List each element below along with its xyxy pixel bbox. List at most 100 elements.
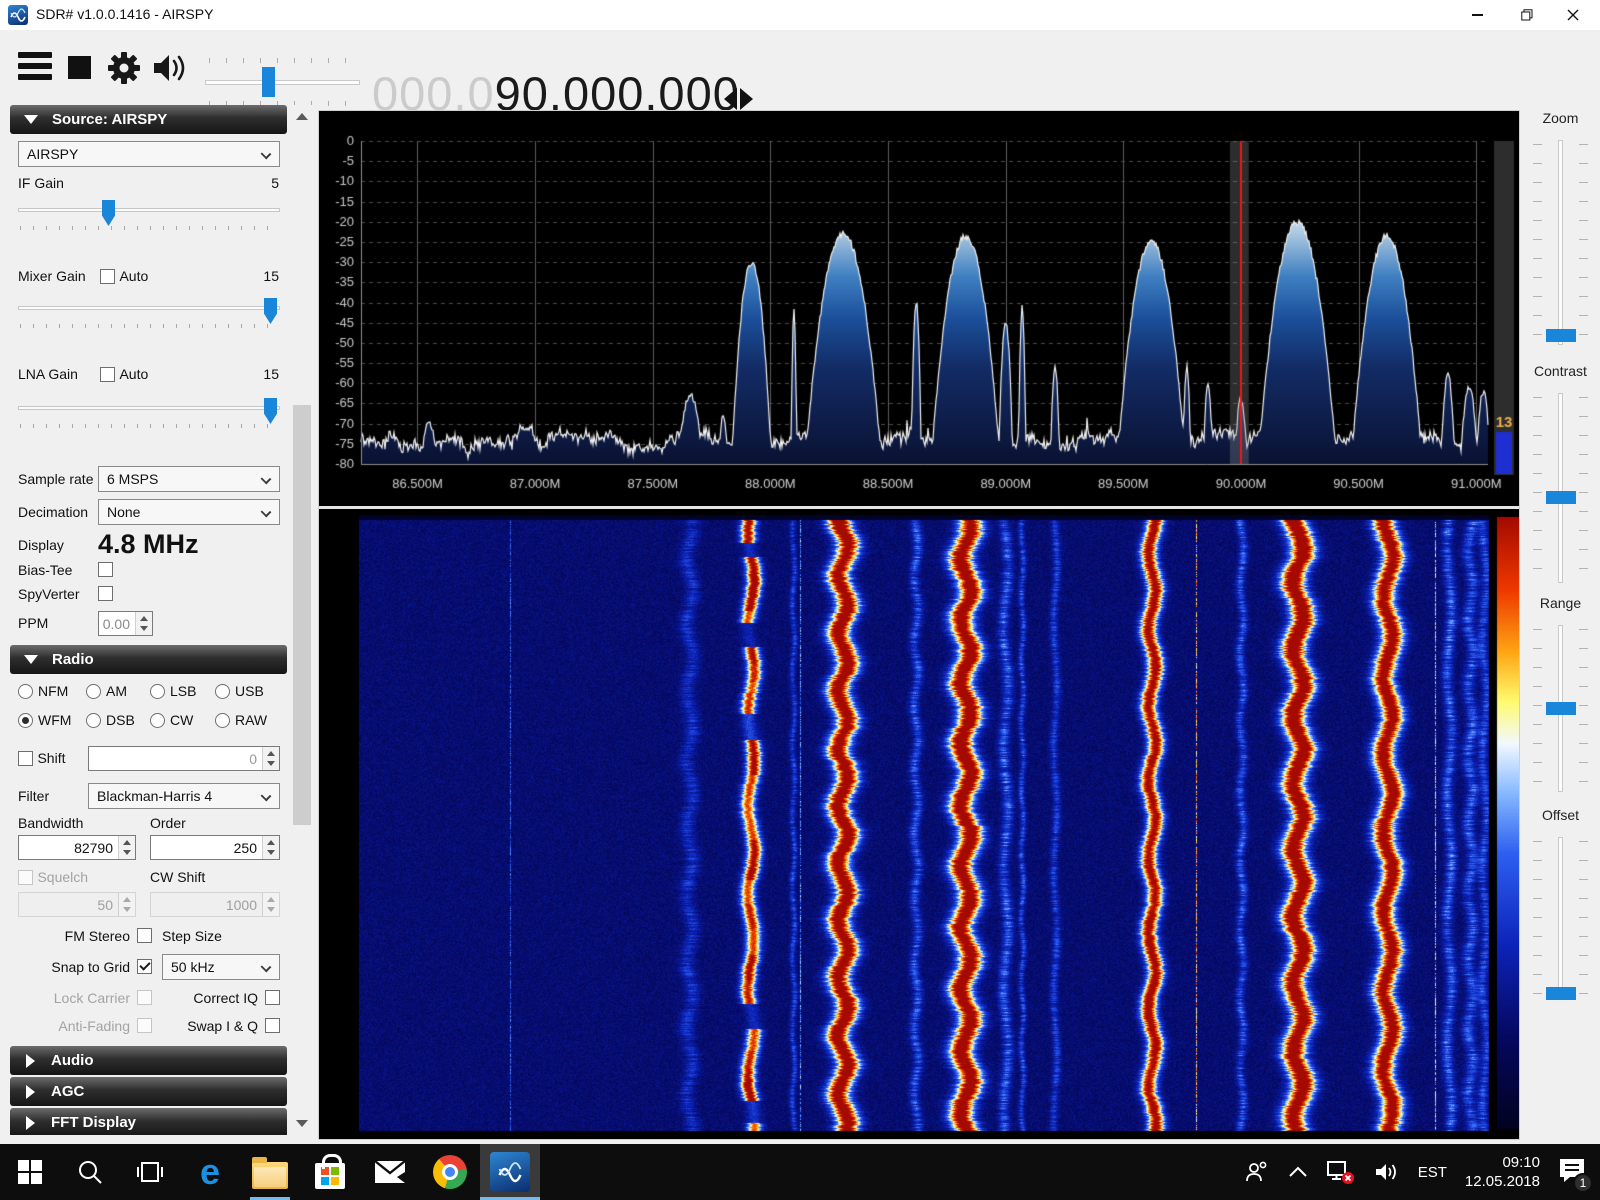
zoom-track[interactable]: [1558, 140, 1563, 345]
squelch-input[interactable]: 50: [18, 892, 136, 917]
offset-slider[interactable]: [1521, 837, 1600, 1000]
order-input[interactable]: 250: [150, 835, 280, 860]
zoom-slider[interactable]: [1521, 140, 1600, 345]
bias-tee-checkbox[interactable]: [98, 562, 113, 577]
action-center-button[interactable]: 1: [1558, 1157, 1586, 1188]
contrast-slider[interactable]: [1521, 393, 1600, 583]
restore-button[interactable]: [1504, 0, 1550, 30]
speaker-icon[interactable]: [150, 50, 190, 86]
search-button[interactable]: [60, 1144, 120, 1200]
range-thumb[interactable]: [1546, 702, 1576, 715]
cw-shift-spinner[interactable]: [262, 893, 279, 916]
anti-fading-checkbox[interactable]: [137, 1018, 152, 1033]
task-view-button[interactable]: [120, 1144, 180, 1200]
mode-raw[interactable]: RAW: [215, 712, 267, 730]
close-button[interactable]: [1550, 0, 1596, 30]
squelch-spinner[interactable]: [118, 893, 135, 916]
mail-button[interactable]: [360, 1144, 420, 1200]
mixer-gain-auto[interactable]: Auto: [100, 268, 148, 286]
zoom-thumb[interactable]: [1546, 329, 1576, 342]
spectrum-canvas[interactable]: [319, 111, 1519, 506]
squelch-checkbox[interactable]: [18, 870, 33, 885]
stop-button[interactable]: [68, 56, 91, 79]
offset-thumb[interactable]: [1546, 987, 1576, 1000]
edge-button[interactable]: e: [180, 1144, 240, 1200]
chevron-up-icon[interactable]: [1288, 1166, 1308, 1178]
language-indicator[interactable]: EST: [1418, 1164, 1447, 1181]
device-select[interactable]: AIRSPY: [18, 141, 280, 167]
decimation-select[interactable]: None: [98, 499, 280, 525]
bandwidth-spinner[interactable]: [118, 836, 135, 859]
scroll-down-icon[interactable]: [296, 1120, 308, 1127]
settings-gear-icon[interactable]: [106, 50, 142, 86]
chrome-button[interactable]: [420, 1144, 480, 1200]
volume-track[interactable]: [205, 80, 360, 85]
sdrsharp-taskbar-button[interactable]: [480, 1144, 540, 1200]
agc-panel-header[interactable]: AGC: [10, 1077, 287, 1106]
filter-select[interactable]: Blackman-Harris 4: [88, 783, 280, 809]
mode-am[interactable]: AM: [86, 683, 127, 701]
frequency-step-up-icon[interactable]: [740, 88, 753, 110]
bandwidth-input[interactable]: 82790: [18, 835, 136, 860]
store-button[interactable]: [300, 1144, 360, 1200]
swap-iq-checkbox[interactable]: [265, 1018, 280, 1033]
lna-gain-slider[interactable]: [18, 398, 280, 428]
spectrum-display[interactable]: [319, 111, 1519, 506]
step-size-select[interactable]: 50 kHz: [162, 954, 280, 980]
offset-track[interactable]: [1558, 837, 1563, 1000]
start-button[interactable]: [0, 1144, 60, 1200]
correct-iq-checkbox[interactable]: [265, 990, 280, 1005]
volume-slider[interactable]: [205, 70, 360, 96]
lna-gain-track[interactable]: [18, 406, 280, 410]
ppm-spinner[interactable]: [135, 612, 152, 635]
menu-button[interactable]: [18, 52, 52, 82]
snap-to-grid-checkbox[interactable]: [137, 959, 152, 974]
cw-shift-input[interactable]: 1000: [150, 892, 280, 917]
mode-cw[interactable]: CW: [150, 712, 193, 730]
frequency-step-down-icon[interactable]: [724, 88, 737, 110]
waterfall-canvas[interactable]: [319, 509, 1519, 1139]
mode-usb[interactable]: USB: [215, 683, 264, 701]
clock[interactable]: 09:10 12.05.2018: [1465, 1153, 1540, 1191]
sample-rate-select[interactable]: 6 MSPS: [98, 466, 280, 492]
audio-panel-header[interactable]: Audio: [10, 1046, 287, 1075]
mode-nfm[interactable]: NFM: [18, 683, 68, 701]
lna-auto-checkbox[interactable]: [100, 367, 115, 382]
squelch-toggle[interactable]: Squelch: [18, 869, 88, 887]
range-slider[interactable]: [1521, 625, 1600, 792]
radio-panel-header[interactable]: Radio: [10, 645, 287, 674]
fft-display-panel-header[interactable]: FFT Display: [10, 1108, 287, 1135]
scroll-up-icon[interactable]: [296, 113, 308, 120]
mode-dsb[interactable]: DSB: [86, 712, 135, 730]
mode-lsb[interactable]: LSB: [150, 683, 196, 701]
tray-speaker-icon[interactable]: [1374, 1160, 1400, 1184]
waterfall-display[interactable]: [319, 509, 1519, 1139]
mixer-gain-track[interactable]: [18, 306, 280, 310]
shift-checkbox[interactable]: [18, 751, 33, 766]
minimize-button[interactable]: [1454, 0, 1500, 30]
shift-toggle[interactable]: Shift: [18, 750, 65, 768]
network-disconnected-icon[interactable]: [1326, 1159, 1356, 1185]
fm-stereo-checkbox[interactable]: [137, 928, 152, 943]
if-gain-thumb[interactable]: [102, 200, 115, 226]
if-gain-slider[interactable]: [18, 200, 280, 230]
if-gain-track[interactable]: [18, 208, 280, 212]
lna-gain-auto[interactable]: Auto: [100, 366, 148, 384]
people-icon[interactable]: [1244, 1160, 1270, 1184]
contrast-thumb[interactable]: [1546, 491, 1576, 504]
spyverter-checkbox[interactable]: [98, 586, 113, 601]
lock-carrier-checkbox[interactable]: [137, 990, 152, 1005]
mixer-gain-slider[interactable]: [18, 298, 280, 328]
mixer-gain-thumb[interactable]: [264, 298, 277, 324]
shift-spinner[interactable]: [262, 747, 279, 770]
mixer-auto-checkbox[interactable]: [100, 269, 115, 284]
volume-thumb[interactable]: [262, 67, 275, 97]
ppm-input[interactable]: 0.00: [98, 611, 153, 636]
order-spinner[interactable]: [262, 836, 279, 859]
source-panel-header[interactable]: Source: AIRSPY: [10, 105, 287, 134]
mode-wfm[interactable]: WFM: [18, 712, 71, 730]
shift-input[interactable]: 0: [88, 746, 280, 771]
file-explorer-button[interactable]: [240, 1144, 300, 1200]
scrollbar-thumb[interactable]: [293, 405, 311, 825]
contrast-track[interactable]: [1558, 393, 1563, 583]
